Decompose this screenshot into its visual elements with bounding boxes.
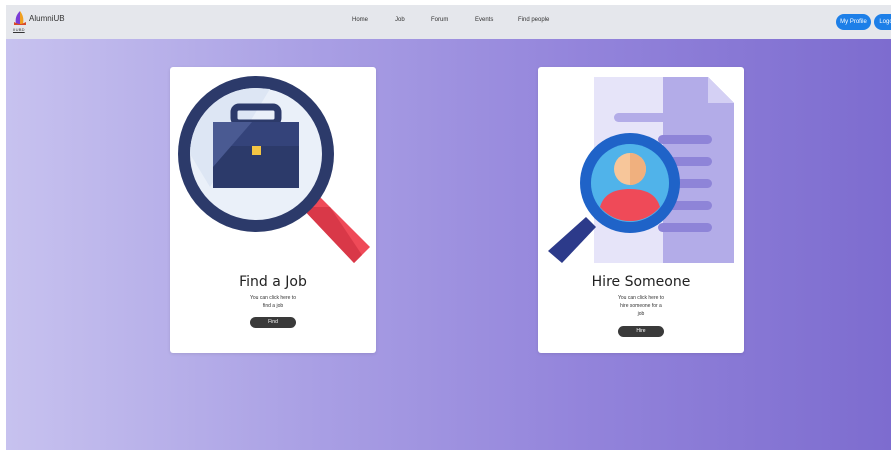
nav-link-home[interactable]: Home bbox=[352, 17, 368, 23]
navbar: AlumniUB IIUBD Home Job Forum Events Fin… bbox=[6, 5, 891, 39]
brand-subtitle: IIUBD bbox=[13, 27, 25, 32]
find-job-description: You can click here to find a job bbox=[233, 294, 313, 310]
hire-title: Hire Someone bbox=[591, 274, 691, 290]
page: AlumniUB IIUBD Home Job Forum Events Fin… bbox=[6, 5, 891, 450]
job-search-icon bbox=[178, 76, 370, 263]
find-job-title: Find a Job bbox=[239, 274, 307, 290]
hire-search-icon bbox=[548, 77, 734, 263]
find-job-desc-line: find a job bbox=[262, 303, 284, 309]
logout-button[interactable]: Logo bbox=[874, 14, 891, 30]
find-button[interactable]: Find bbox=[250, 317, 296, 328]
nav-link-find-people[interactable]: Find people bbox=[518, 17, 549, 23]
brand-name: AlumniUB bbox=[29, 14, 65, 23]
hire-description: You can click here to hire someone for a… bbox=[601, 294, 681, 318]
nav-link-job[interactable]: Job bbox=[395, 17, 405, 23]
brand[interactable]: AlumniUB IIUBD bbox=[12, 10, 82, 36]
hire-desc-line: job bbox=[637, 311, 645, 317]
find-job-card[interactable]: Find a Job You can click here to find a … bbox=[170, 67, 376, 353]
hire-desc-line: hire someone for a bbox=[620, 303, 662, 309]
find-job-desc-line: You can click here to bbox=[250, 295, 296, 301]
hire-card[interactable]: Hire Someone You can click here to hire … bbox=[538, 67, 744, 353]
nav-link-events[interactable]: Events bbox=[475, 17, 493, 23]
nav-link-forum[interactable]: Forum bbox=[431, 17, 448, 23]
brand-logo-icon bbox=[14, 11, 26, 25]
hire-desc-line: You can click here to bbox=[618, 295, 664, 301]
hire-button[interactable]: Hire bbox=[618, 326, 664, 337]
my-profile-button[interactable]: My Profile bbox=[836, 14, 871, 30]
